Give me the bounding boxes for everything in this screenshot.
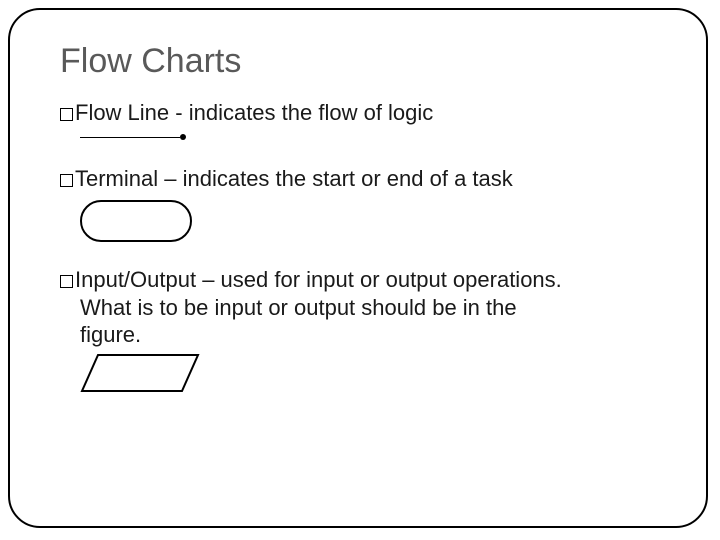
slide-frame: Flow Charts Flow Line - indicates the fl…: [8, 8, 708, 528]
item-text: Terminal – indicates the start or end of…: [75, 166, 513, 191]
square-bullet-icon: [60, 108, 73, 121]
bullet-row: Terminal – indicates the start or end of…: [60, 165, 670, 193]
slide-title: Flow Charts: [60, 42, 670, 81]
square-bullet-icon: [60, 174, 73, 187]
parallelogram-shape-icon: [80, 353, 200, 393]
square-bullet-icon: [60, 275, 73, 288]
bullet-row: Flow Line - indicates the flow of logic: [60, 99, 670, 127]
item-text-cont: What is to be input or output should be …: [80, 294, 670, 322]
item-text: Flow Line - indicates the flow of logic: [75, 100, 433, 125]
item-input-output: Input/Output – used for input or output …: [60, 266, 670, 393]
item-flow-line: Flow Line - indicates the flow of logic: [60, 99, 670, 143]
flow-line-icon: [80, 133, 186, 143]
item-text-cont: figure.: [80, 321, 670, 349]
bullet-row: Input/Output – used for input or output …: [60, 266, 670, 294]
item-terminal: Terminal – indicates the start or end of…: [60, 165, 670, 243]
item-text: Input/Output – used for input or output …: [75, 267, 562, 292]
terminal-shape-icon: [80, 200, 192, 242]
